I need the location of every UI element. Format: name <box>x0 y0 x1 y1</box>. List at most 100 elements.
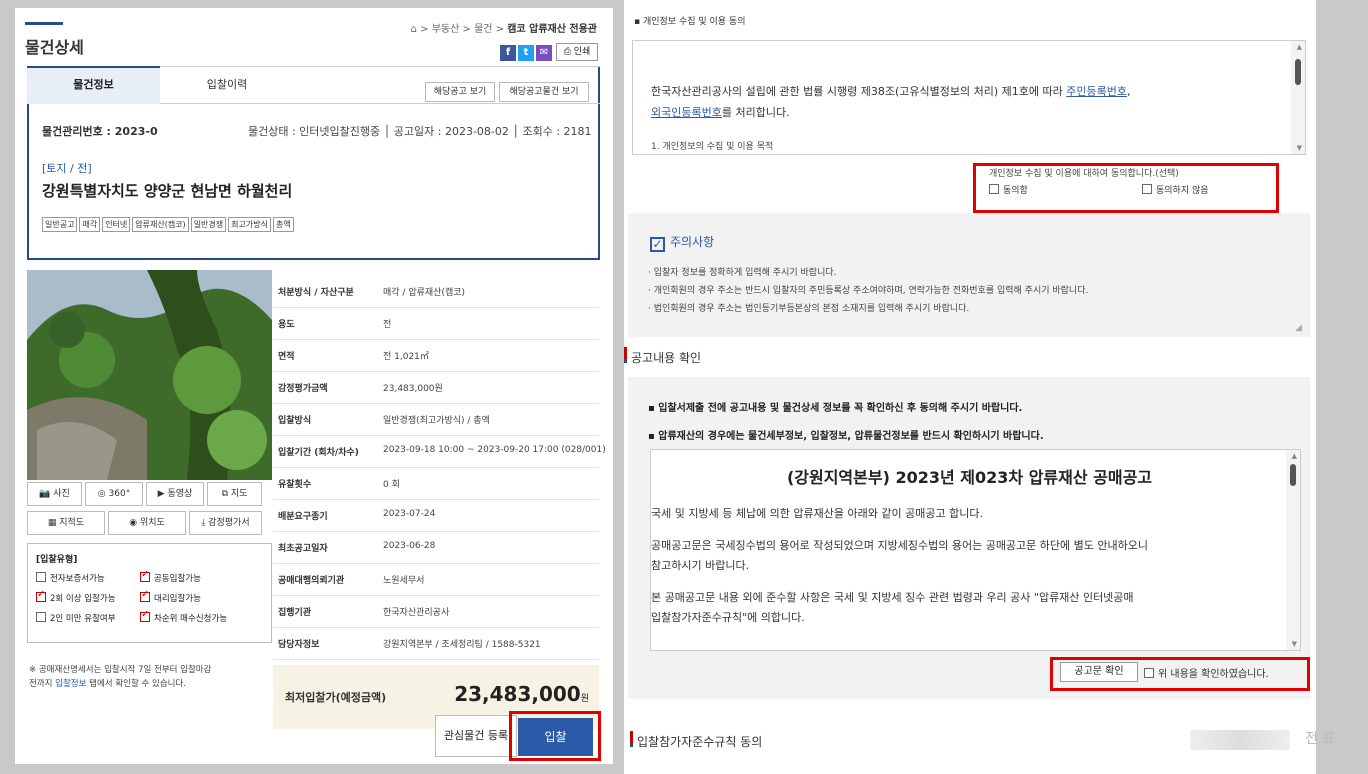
badge: 인터넷 <box>102 217 131 232</box>
bid-type-item: 2회 이상 입찰가능 <box>36 589 116 604</box>
table-row: 배분요구종기 2023-07-24 <box>273 500 599 532</box>
checkbox[interactable] <box>36 589 46 602</box>
bid-type-item: 공동입찰가능 <box>140 569 201 584</box>
cadastral-icon: ▦ <box>47 518 57 528</box>
scroll-down-icon[interactable]: ▼ <box>1292 640 1297 648</box>
bid-info-link[interactable]: 입찰정보 <box>55 679 86 689</box>
scroll-down-icon[interactable]: ▼ <box>1297 144 1302 152</box>
view-360-button[interactable]: ◎ 360° <box>85 482 143 506</box>
status-text: 물건상태 : 인터넷입찰진행중 <box>248 125 381 138</box>
notice-confirm-box: ▪ 입찰서제출 전에 공고내용 및 물건상세 정보를 꼭 확인하신 후 동의해 … <box>628 377 1310 699</box>
title-accent-line <box>25 22 63 25</box>
tab-bid-history[interactable]: 입찰이력 <box>160 66 294 104</box>
min-price-value: 23,483,000원 <box>454 682 589 706</box>
badge-list: 일반공고 매각 인터넷 압류재산(캠코) 일반경쟁 최고가방식 총액 <box>42 217 294 232</box>
cadastral-map-button[interactable]: ▦ 지적도 <box>27 511 105 535</box>
map-icon: ⧉ <box>221 489 228 499</box>
bid-type-title: [입찰유형] <box>36 555 78 565</box>
badge: 일반경쟁 <box>190 217 227 232</box>
breadcrumb: ⌂ > 부동산 > 물건 > 캠코 압류재산 전용관 <box>410 24 597 35</box>
appraisal-download-button[interactable]: ⤓ 감정평가서 <box>189 511 262 535</box>
table-row: 최초공고일자 2023-06-28 <box>273 532 599 564</box>
table-row: 용도 전 <box>273 308 599 340</box>
tab-property-info[interactable]: 물건정보 <box>27 66 160 104</box>
download-icon: ⤓ <box>201 518 206 528</box>
table-row: 면적 전 1,021㎡ <box>273 340 599 372</box>
table-row: 집행기관 한국자산관리공사 <box>273 596 599 628</box>
scrollbar[interactable]: ▲ ▼ <box>1291 41 1305 154</box>
badge: 매각 <box>79 217 101 232</box>
table-row: 감정평가금액 23,483,000원 <box>273 372 599 404</box>
print-button[interactable]: ⎙ 인쇄 <box>556 43 598 61</box>
status-line: 물건상태 : 인터넷입찰진행중 │ 공고일자 : 2023-08-02 │ 조회… <box>248 125 592 138</box>
checkbox[interactable] <box>140 569 150 582</box>
mail-share-icon[interactable]: ✉ <box>536 45 552 61</box>
checkbox[interactable] <box>36 572 46 582</box>
home-icon[interactable]: ⌂ <box>411 24 417 35</box>
resident-number-link[interactable]: 주민등록번호 <box>1066 85 1127 98</box>
location-map-button[interactable]: ◉ 위치도 <box>108 511 186 535</box>
checkbox[interactable] <box>140 589 150 602</box>
category-label: [토지 / 전] <box>42 162 92 175</box>
table-row: 담당자정보 강원지역본부 / 조세정리팀 / 1588-5321 <box>273 628 599 660</box>
rules-section-title: 입찰참가자준수규칙 동의 <box>630 731 762 750</box>
twitter-share-icon[interactable]: t <box>518 45 534 61</box>
privacy-text-box[interactable]: 한국자산관리공사의 설립에 관한 법률 시행령 제38조(고유식별정보의 처리)… <box>632 40 1306 155</box>
property-address: 강원특별자치도 양양군 현남면 하월천리 <box>42 182 293 200</box>
property-photo[interactable] <box>27 270 272 480</box>
privacy-subtitle: 1. 개인정보의 수집 및 이용 목적 <box>651 142 774 152</box>
table-row: 입찰기간 (회차/차수) 2023-09-18 10:00 ~ 2023-09-2… <box>273 436 606 468</box>
notice-heading: (강원지역본부) 2023년 제023차 압류재산 공매공고 <box>786 468 1153 487</box>
list-item: · 입찰자 정보를 정확하게 입력해 주시기 바랍니다. <box>648 268 837 278</box>
breadcrumb-item[interactable]: 물건 <box>474 24 492 35</box>
notice-date: 공고일자 : 2023-08-02 <box>393 125 509 138</box>
add-to-watchlist-button[interactable]: 관심물건 등록 <box>435 715 517 757</box>
scroll-up-icon[interactable]: ▲ <box>1292 452 1297 460</box>
checkbox[interactable] <box>36 612 46 622</box>
badge: 일반공고 <box>42 217 78 232</box>
location-pin-icon: ◉ <box>129 518 138 528</box>
scroll-up-icon[interactable]: ▲ <box>1297 43 1302 51</box>
blurred-area <box>1190 730 1290 750</box>
statement-note: ※ 공매재산명세서는 입찰시작 7일 전부터 입찰마감 전까지 입찰정보 탭에서… <box>29 665 212 689</box>
notice-bullet: ▪ 입찰서제출 전에 공고내용 및 물건상세 정보를 꼭 확인하신 후 동의해 … <box>648 403 1023 414</box>
bid-type-item: 전자보증서가능 <box>36 572 105 584</box>
resize-handle-icon[interactable]: ◢ <box>1295 323 1302 333</box>
page-title: 물건상세 <box>25 38 84 57</box>
breadcrumb-item[interactable]: 부동산 <box>432 24 460 35</box>
scrollbar[interactable]: ▲ ▼ <box>1286 450 1300 650</box>
checkbox[interactable] <box>140 609 150 622</box>
camera-icon: 📷 <box>39 489 51 499</box>
property-detail-panel: 물건상세 ⌂ > 부동산 > 물건 > 캠코 압류재산 전용관 f t ✉ ⎙ … <box>15 8 613 764</box>
caution-title: ✓ 주의사항 <box>650 233 714 252</box>
bid-type-item: 2인 미만 유찰여부 <box>36 612 116 624</box>
view-count: 조회수 : 2181 <box>522 125 592 138</box>
highlight-box <box>509 711 601 761</box>
view-notice-button[interactable]: 해당공고 보기 <box>425 82 495 102</box>
photo-button[interactable]: 📷 사진 <box>27 482 82 506</box>
checkbox-checked-icon: ✓ <box>650 237 665 252</box>
bid-type-box: [입찰유형] 전자보증서가능 공동입찰가능 2회 이상 입찰가능 대리입찰가능 … <box>27 543 272 643</box>
video-icon: ▶ <box>157 489 165 499</box>
list-item: · 개인회원의 경우 주소는 반드시 입찰자의 주민등록상 주소여야하며, 연락… <box>648 286 1089 296</box>
corner-text: 전 표 <box>1305 731 1336 747</box>
notice-bullet: ▪ 압류재산의 경우에는 물건세부정보, 입찰정보, 압류물건정보를 반드시 확… <box>648 431 1044 442</box>
video-button[interactable]: ▶ 동영상 <box>146 482 204 506</box>
notice-text-box[interactable]: (강원지역본부) 2023년 제023차 압류재산 공매공고 국세 및 지방세 … <box>650 449 1301 651</box>
foreigner-number-link[interactable]: 외국인등록번호 <box>651 106 722 119</box>
360-icon: ◎ <box>97 489 106 499</box>
badge: 압류재산(캠코) <box>132 217 189 232</box>
table-row: 처분방식 / 자산구분 매각 / 압류재산(캠코) <box>273 276 599 308</box>
highlight-box <box>1050 657 1310 691</box>
table-row: 입찰방식 일반경쟁(최고가방식) / 총액 <box>273 404 599 436</box>
map-button[interactable]: ⧉ 지도 <box>207 482 262 506</box>
privacy-section-title: ▪ 개인정보 수집 및 이용 동의 <box>634 17 746 27</box>
view-notice-items-button[interactable]: 해당공고물건 보기 <box>499 82 589 102</box>
facebook-share-icon[interactable]: f <box>500 45 516 61</box>
table-row: 공매대행의뢰기관 노원세무서 <box>273 564 599 596</box>
badge: 총액 <box>272 217 294 232</box>
bid-agreement-panel: ▪ 개인정보 수집 및 이용 동의 한국자산관리공사의 설립에 관한 법률 시행… <box>624 0 1316 774</box>
management-number: 물건관리번호 : 2023-0 <box>42 125 158 138</box>
highlight-box <box>973 163 1279 213</box>
notice-section-title: 공고내용 확인 <box>624 347 701 366</box>
